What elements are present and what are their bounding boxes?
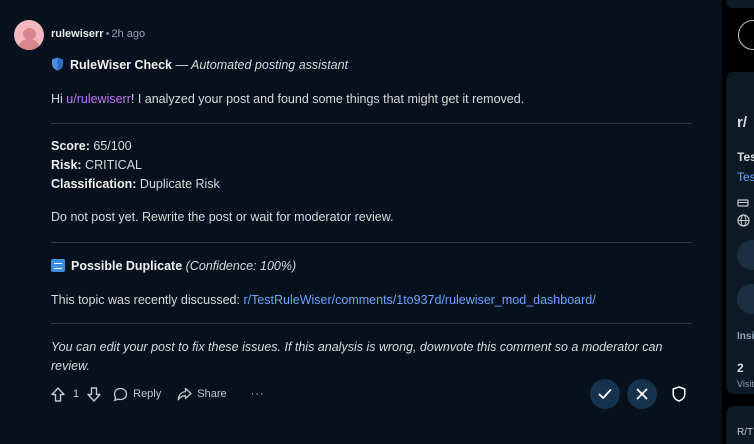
checkmark-icon bbox=[598, 389, 612, 399]
community-item-2[interactable]: Tes bbox=[737, 170, 754, 184]
vote-count: 1 bbox=[73, 388, 80, 400]
cake-icon bbox=[737, 199, 749, 207]
insights-stat: 2 bbox=[737, 361, 744, 375]
duplicate-link[interactable]: r/TestRuleWiser/comments/1to937d/rulewis… bbox=[243, 293, 595, 307]
advice-text: Do not post yet. Rewrite the post or wai… bbox=[51, 210, 394, 224]
comment-panel: rulewiserr • 2h ago RuleWiser Check — Auto… bbox=[0, 0, 722, 444]
approve-button[interactable] bbox=[590, 379, 620, 409]
community-heading: r/ bbox=[737, 114, 748, 131]
mod-shield-icon bbox=[672, 386, 686, 402]
bot-name: RuleWiser Check bbox=[70, 58, 173, 72]
footer-note-line1: You can edit your post to fix these issu… bbox=[51, 340, 663, 354]
more-options-button[interactable]: ··· bbox=[251, 388, 265, 400]
comment-meta: rulewiserr • 2h ago bbox=[51, 28, 146, 40]
visits-label: Visit bbox=[737, 379, 754, 389]
bot-tagline: — Automated posting assistant bbox=[175, 58, 349, 72]
share-button[interactable]: Share bbox=[177, 387, 227, 401]
footer-note-line2: review. bbox=[51, 359, 90, 373]
downvote-icon bbox=[87, 386, 101, 402]
comment-icon bbox=[113, 387, 128, 402]
classification-line: Classification: Duplicate Risk bbox=[51, 177, 220, 191]
divider bbox=[51, 323, 692, 324]
username-link[interactable]: rulewiserr bbox=[51, 28, 104, 40]
mod-shield-button[interactable] bbox=[672, 386, 686, 407]
divider bbox=[51, 242, 692, 243]
downvote-button[interactable] bbox=[87, 386, 101, 402]
duplicate-confidence: (Confidence: 100%) bbox=[185, 259, 297, 273]
duplicate-title: Possible Duplicate bbox=[71, 259, 183, 273]
upvote-button[interactable] bbox=[51, 386, 65, 402]
divider bbox=[51, 123, 692, 124]
action-bar: 1 Reply Share ··· bbox=[51, 386, 265, 402]
remove-button[interactable] bbox=[627, 379, 657, 409]
bot-header: RuleWiser Check — Automated posting assi… bbox=[51, 57, 348, 73]
intro-text: Hi u/rulewiserr! I analyzed your post an… bbox=[51, 92, 525, 106]
score-line: Score: 65/100 bbox=[51, 139, 132, 153]
rules-label: R/T bbox=[737, 427, 754, 438]
duplicate-icon bbox=[51, 259, 65, 272]
avatar[interactable] bbox=[14, 20, 44, 50]
user-mention-link[interactable]: u/rulewiserr bbox=[66, 92, 131, 106]
timestamp[interactable]: 2h ago bbox=[111, 28, 145, 40]
reply-button[interactable]: Reply bbox=[113, 387, 161, 402]
globe-icon bbox=[737, 214, 750, 227]
duplicate-header: Possible Duplicate (Confidence: 100%) bbox=[51, 258, 296, 274]
sidebar-card-top bbox=[726, 0, 754, 8]
insights-label: Insi bbox=[737, 331, 754, 342]
duplicate-text: This topic was recently discussed: r/Tes… bbox=[51, 293, 596, 307]
upvote-icon bbox=[51, 386, 65, 402]
community-item-1[interactable]: Tes bbox=[737, 150, 754, 164]
close-icon bbox=[636, 388, 648, 400]
risk-line: Risk: CRITICAL bbox=[51, 158, 143, 172]
rules-card bbox=[726, 406, 754, 444]
shield-icon bbox=[52, 57, 63, 71]
share-icon bbox=[177, 387, 192, 401]
